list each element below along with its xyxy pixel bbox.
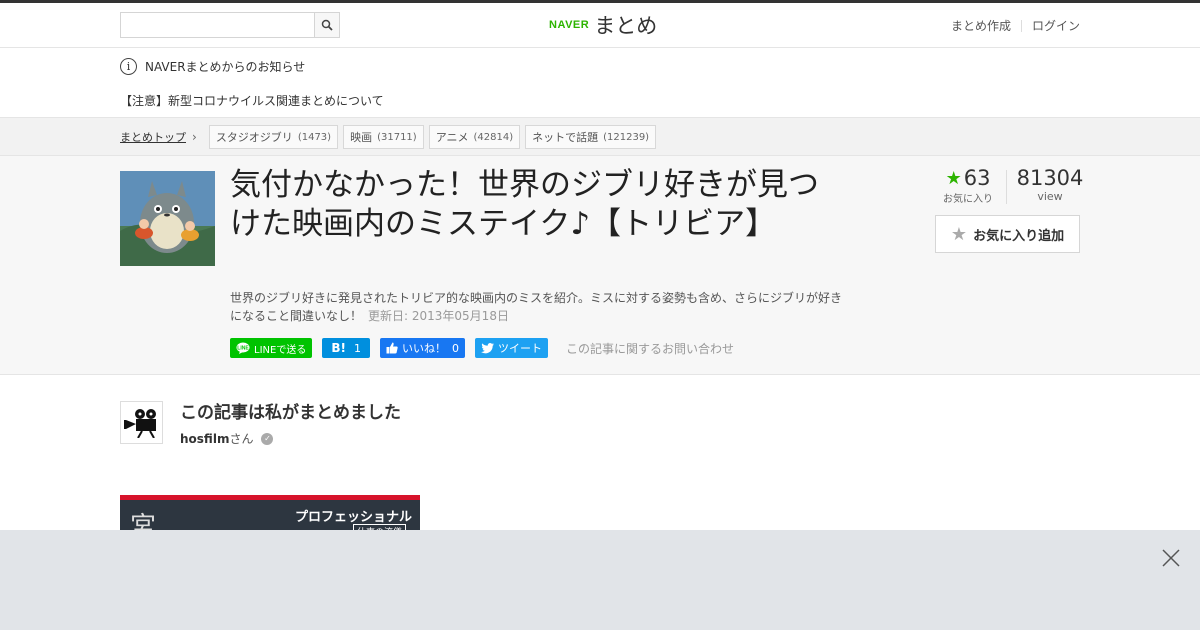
tag-label: スタジオジブリ [215, 131, 293, 144]
search-icon [321, 19, 333, 31]
star-icon: ★ [945, 167, 962, 189]
article-stats: ★ 63 お気に入り 81304 view [930, 166, 1083, 206]
author-name-row: hosfilm さん ✓ [180, 430, 274, 447]
views-count: 81304 [1016, 166, 1084, 190]
breadcrumb-bar: まとめトップ › スタジオジブリ (1473) 映画 (31711) アニメ (428… [0, 118, 1200, 156]
hatena-icon: B! [331, 341, 346, 355]
notice-title: NAVERまとめからのお知らせ [145, 60, 306, 74]
description-text: 世界のジブリ好きに発見されたトリビア的な映画内のミスを紹介。ミスに対する姿勢も含… [230, 291, 843, 323]
tag-label: 映画 [350, 131, 373, 144]
tag-count: (31711) [377, 131, 417, 143]
article-header: 気付かなかった！世界のジブリ好きが見つけた映画内のミステイク♪【トリビア】 世界… [0, 156, 1200, 375]
tag-studio-ghibli[interactable]: スタジオジブリ (1473) [208, 125, 339, 149]
notice-item-link[interactable]: 【注意】新型コロナウイルス関連まとめについて [120, 92, 384, 109]
favorites-stat: ★ 63 お気に入り [940, 166, 996, 205]
stats-divider [1006, 170, 1007, 204]
login-link[interactable]: ログイン [1032, 17, 1080, 34]
favorites-count: 63 [963, 166, 991, 190]
avatar[interactable] [120, 401, 163, 444]
search-box [120, 12, 340, 38]
search-button[interactable] [314, 13, 339, 37]
updated-date: 更新日: 2013年05月18日 [368, 309, 509, 323]
ad-banner [0, 530, 1200, 630]
breadcrumb: まとめトップ › スタジオジブリ (1473) 映画 (31711) アニメ (428… [120, 125, 661, 149]
tag-label: ネットで話題 [532, 131, 599, 144]
line-share-label: LINEで送る [254, 344, 307, 356]
article-thumbnail[interactable] [120, 171, 215, 266]
contact-link[interactable]: この記事に関するお問い合わせ [566, 340, 734, 357]
breadcrumb-home-link[interactable]: まとめトップ [120, 129, 186, 145]
add-favorite-button[interactable]: ★ お気に入り追加 [935, 215, 1080, 253]
search-input[interactable] [121, 13, 314, 37]
svg-text:LINE: LINE [237, 346, 249, 352]
views-stat: 81304 view [1016, 166, 1084, 203]
nav-divider [1020, 19, 1022, 32]
social-buttons: LINE LINEで送る B! 1 いいね！ 0 ツイート この記事に関するお問… [230, 338, 734, 358]
line-icon: LINE [236, 342, 250, 354]
tweet-label: ツイート [497, 342, 542, 355]
article-title: 気付かなかった！世界のジブリ好きが見つけた映画内のミステイク♪【トリビア】 [230, 167, 819, 242]
notice-header: i NAVERまとめからのお知らせ [120, 58, 305, 75]
add-favorite-label: お気に入り追加 [973, 228, 1065, 244]
author-heading: この記事は私がまとめました [180, 403, 401, 423]
tag-count: (121239) [603, 131, 650, 143]
hatena-bookmark-button[interactable]: B! 1 [322, 338, 370, 358]
author-section: この記事は私がまとめました hosfilm さん ✓ [120, 398, 720, 458]
create-matome-link[interactable]: まとめ作成 [951, 17, 1011, 34]
thumbs-up-icon [386, 342, 398, 354]
line-share-button[interactable]: LINE LINEで送る [230, 338, 313, 358]
tag-trending[interactable]: ネットで話題 (121239) [525, 125, 657, 149]
facebook-like-count: 0 [451, 341, 459, 355]
facebook-like-label: いいね！ [401, 342, 446, 355]
tag-count: (1473) [297, 131, 332, 143]
hatena-count: 1 [353, 341, 361, 355]
views-label: view [1037, 190, 1063, 203]
verified-check-icon: ✓ [261, 432, 274, 445]
logo-brand: NAVER [549, 19, 590, 31]
favorites-label: お気に入り [943, 194, 993, 205]
site-header: NAVER まとめ まとめ作成 ログイン [0, 3, 1200, 48]
logo-name: まとめ [594, 14, 658, 38]
author-name-link[interactable]: hosfilm [180, 432, 229, 446]
twitter-bird-icon [480, 342, 494, 353]
header-nav: まとめ作成 ログイン [951, 17, 1080, 34]
chevron-right-icon: › [192, 130, 197, 144]
site-logo[interactable]: NAVER まとめ [549, 11, 657, 39]
tag-movie[interactable]: 映画 (31711) [343, 125, 424, 149]
tag-anime[interactable]: アニメ (42814) [428, 125, 521, 149]
star-outline-icon: ★ [950, 223, 968, 245]
article-image-title: プロフェッショナル [294, 510, 412, 525]
film-camera-icon [123, 408, 156, 438]
tag-label: アニメ [435, 131, 469, 144]
article-description: 世界のジブリ好きに発見されたトリビア的な映画内のミスを紹介。ミスに対する姿勢も含… [230, 289, 850, 325]
tag-count: (42814) [473, 131, 514, 143]
close-icon[interactable] [1160, 547, 1182, 569]
article-image[interactable]: 宮 プロフェッショナル 仕事の流儀 [120, 495, 420, 535]
author-suffix: さん [229, 432, 254, 446]
notice-area: i NAVERまとめからのお知らせ 【注意】新型コロナウイルス関連まとめについて [0, 48, 1200, 118]
info-icon: i [120, 58, 137, 75]
facebook-like-button[interactable]: いいね！ 0 [379, 338, 465, 358]
tweet-button[interactable]: ツイート [474, 338, 548, 358]
totoro-thumbnail-icon [120, 171, 215, 266]
